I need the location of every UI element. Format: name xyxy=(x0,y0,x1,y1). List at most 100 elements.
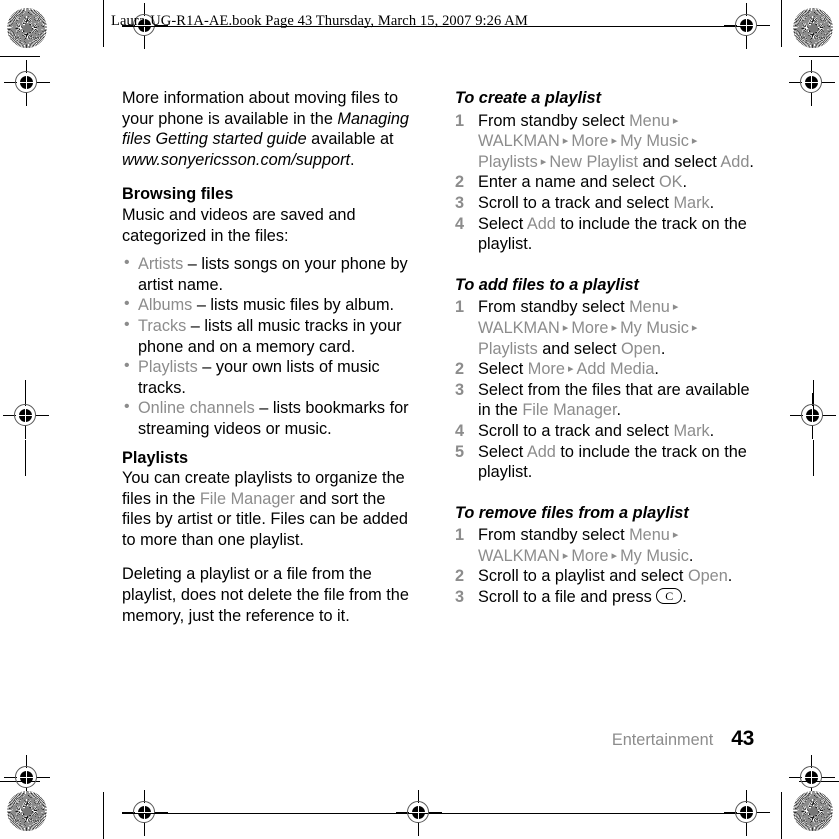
procedure-step: 3 Select from the files that are availabl… xyxy=(455,380,755,421)
step-number: 1 xyxy=(455,298,465,317)
crop-rule-upper-right xyxy=(799,56,839,58)
category-term: Albums xyxy=(138,296,193,315)
procedure-create-playlist: 1 From standby select Menu ▸ WALKMAN ▸ Mo… xyxy=(455,111,755,255)
step-number: 2 xyxy=(455,360,465,379)
right-text-column: To create a playlist 1 From standby selec… xyxy=(455,88,755,608)
footer-page-number: 43 xyxy=(731,727,754,750)
playlists-paragraph-2: Deleting a playlist or a file from the p… xyxy=(122,565,409,625)
rosette-target-bottom-right xyxy=(793,791,833,831)
category-term: Artists xyxy=(138,255,184,274)
ui-term: New Playlist xyxy=(549,152,639,171)
ui-term: Add xyxy=(526,214,556,233)
ui-term: Playlists xyxy=(478,339,538,358)
browsing-body-text: Music and videos are saved and categoriz… xyxy=(122,205,356,245)
ui-term: Open xyxy=(621,339,661,358)
list-item: • Playlists – your own lists of music tra… xyxy=(122,357,410,398)
arrow-icon: ▸ xyxy=(669,114,679,127)
bullet-dot-icon: • xyxy=(124,398,130,416)
arrow-icon: ▸ xyxy=(559,549,572,562)
intro-paragraph: More information about moving files to y… xyxy=(122,88,410,170)
ui-term: Menu xyxy=(629,526,670,545)
step-text: . xyxy=(660,339,666,358)
procedure-step: 4 Scroll to a track and select Mark. xyxy=(455,421,755,442)
trim-rule-top-right-vertical xyxy=(781,0,783,47)
ui-term: Menu xyxy=(629,111,670,130)
list-item: • Artists – lists songs on your phone by … xyxy=(122,254,410,295)
procedure-step: 5 Select Add to include the track on the … xyxy=(455,442,755,483)
registration-mark-upper-right-corner xyxy=(789,60,835,106)
list-item: • Tracks – lists all music tracks in your… xyxy=(122,316,410,357)
list-item: • Albums – lists music files by album. xyxy=(122,295,410,316)
arrow-icon: ▸ xyxy=(688,321,698,334)
step-text: . xyxy=(682,173,688,192)
file-category-list: • Artists – lists songs on your phone by … xyxy=(122,254,410,439)
bullet-dot-icon: • xyxy=(124,357,130,375)
registration-mark-top-right xyxy=(724,3,770,49)
intro-text-3: available at xyxy=(306,130,394,149)
heading-browsing-files: Browsing files xyxy=(122,185,234,204)
arrow-icon: ▸ xyxy=(559,135,572,148)
step-number: 4 xyxy=(455,214,465,233)
trim-rule-top-left-vertical xyxy=(103,0,105,47)
procedure-step: 1 From standby select Menu ▸ WALKMAN ▸ Mo… xyxy=(455,297,755,359)
step-text: . xyxy=(682,588,687,607)
procedure-step: 2 Scroll to a playlist and select Open. xyxy=(455,566,755,587)
registration-mark-bottom-right xyxy=(724,790,770,836)
step-text: Scroll to a playlist and select xyxy=(478,567,688,586)
step-number: 2 xyxy=(455,567,465,586)
registration-mark-bottom-center xyxy=(396,790,442,836)
ui-term: File Manager xyxy=(522,401,617,420)
step-text: From standby select xyxy=(478,526,630,545)
step-text: Enter a name and select xyxy=(478,173,660,192)
procedure-step: 3 Scroll to a track and select Mark. xyxy=(455,193,755,214)
ui-term: WALKMAN xyxy=(478,318,560,337)
ui-term: More xyxy=(571,132,609,151)
bullet-dot-icon: • xyxy=(124,315,130,333)
category-term: Online channels xyxy=(138,399,255,418)
ui-term: Mark xyxy=(673,193,710,212)
category-term: Playlists xyxy=(138,358,198,377)
procedure-step: 1 From standby select Menu ▸ WALKMAN ▸ Mo… xyxy=(455,525,755,566)
procedure-step: 2 Select More ▸ Add Media. xyxy=(455,359,755,380)
step-number: 2 xyxy=(455,173,465,192)
procedure-step: 4 Select Add to include the track on the … xyxy=(455,214,755,255)
registration-mark-mid-right xyxy=(790,393,836,439)
ui-term: Add xyxy=(720,152,750,171)
arrow-icon: ▸ xyxy=(564,363,577,376)
step-text: . xyxy=(709,421,715,440)
step-text: Select xyxy=(478,442,527,461)
arrow-icon: ▸ xyxy=(669,529,679,542)
ui-term: WALKMAN xyxy=(478,132,560,151)
ui-term: My Music xyxy=(620,546,689,565)
step-text: . xyxy=(749,152,754,171)
crop-rule-mid-right-lower xyxy=(813,440,815,476)
procedure-step: 1 From standby select Menu ▸ WALKMAN ▸ Mo… xyxy=(455,111,755,173)
arrow-icon: ▸ xyxy=(559,321,572,334)
step-text: and select xyxy=(537,339,621,358)
ui-term: Open xyxy=(687,567,728,586)
trim-rule-bottom-left-vertical xyxy=(103,792,105,839)
step-text: Scroll to a track and select xyxy=(478,193,674,212)
step-text: . xyxy=(688,546,694,565)
step-number: 3 xyxy=(455,588,465,607)
ui-term: Mark xyxy=(673,421,710,440)
registration-mark-upper-left-corner xyxy=(4,60,50,106)
intro-support-url: www.sonyericsson.com/support xyxy=(122,150,351,169)
bullet-dot-icon: • xyxy=(124,295,130,313)
heading-to-remove-files-from-a-playlist: To remove files from a playlist xyxy=(455,503,689,522)
rosette-target-top-left xyxy=(7,8,47,48)
rosette-target-bottom-left xyxy=(7,791,47,831)
arrow-icon: ▸ xyxy=(608,321,621,334)
ui-term: Add xyxy=(526,442,556,461)
ui-term: My Music xyxy=(620,132,689,151)
category-description: – lists music files by album. xyxy=(192,296,395,315)
step-text: Scroll to a file and press xyxy=(478,588,657,607)
procedure-step: 3 Scroll to a file and press C. xyxy=(455,587,755,608)
step-number: 3 xyxy=(455,193,465,212)
step-text: and select xyxy=(638,152,721,171)
step-text: Select xyxy=(478,214,527,233)
step-text: From standby select xyxy=(478,111,630,130)
step-number: 1 xyxy=(455,526,465,545)
ui-term: Menu xyxy=(629,298,670,317)
playlists-p1-ui-term: File Manager xyxy=(199,489,295,508)
